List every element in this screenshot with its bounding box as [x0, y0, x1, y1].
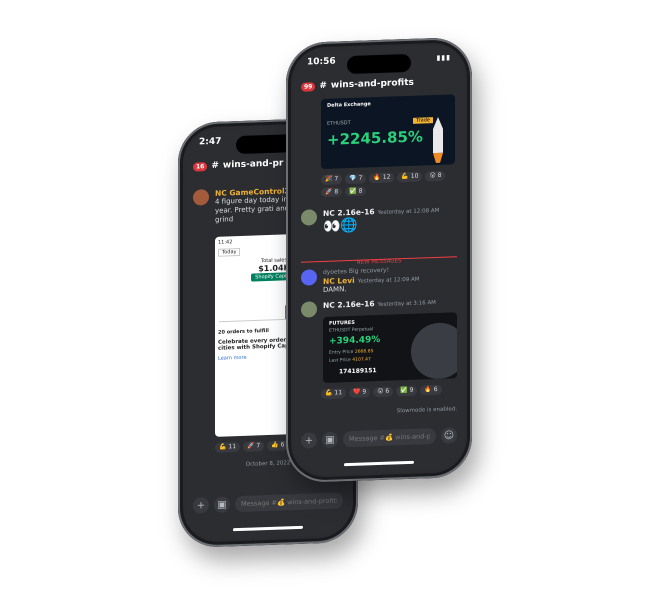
- gift-icon[interactable]: ▣: [322, 431, 338, 448]
- notification-badge: 99: [301, 81, 316, 92]
- reaction[interactable]: 🎉 7: [321, 174, 343, 185]
- card-percent: +2245.85%: [327, 127, 423, 149]
- referral-code: 174189151: [339, 367, 377, 376]
- hash-icon: #: [319, 80, 327, 92]
- last-price: 4107.47: [352, 357, 371, 363]
- message[interactable]: NC 2.16e-16 Yesterday at 12:08 AM 👀🌐: [301, 204, 457, 237]
- reaction[interactable]: 🔥 12: [369, 172, 395, 183]
- reaction-row: 🎉 7 💎 7 🔥 12 💪 10 😮 8 🚀 8 ✅ 8: [321, 170, 459, 198]
- moon-graphic: [411, 321, 457, 380]
- slowmode-notice: Slowmode is enabled.: [396, 406, 457, 415]
- status-time: 2:47: [199, 136, 222, 148]
- message[interactable]: dyoetes Big recovery! NC Levi Yesterday a…: [301, 264, 457, 296]
- emoji-message: 👀🌐: [323, 217, 358, 235]
- ss-tab: Today: [218, 247, 241, 257]
- channel-name: wins-and-profits: [330, 77, 414, 91]
- reaction[interactable]: 🚀 7: [243, 441, 265, 452]
- entry-label: Entry Price: [329, 349, 354, 356]
- reaction[interactable]: 💪 11: [321, 388, 347, 399]
- last-label: Last Price: [329, 357, 351, 364]
- channel-header[interactable]: 99 # wins-and-profits: [301, 72, 457, 95]
- avatar[interactable]: [301, 301, 317, 318]
- reaction[interactable]: 😮 8: [425, 170, 446, 181]
- message-input[interactable]: [343, 428, 436, 448]
- card-brand: Delta Exchange: [327, 101, 371, 109]
- author-name[interactable]: NC 2.16e-16: [323, 299, 375, 310]
- author-name[interactable]: NC 2.16e-16: [323, 207, 375, 218]
- entry-price: 2668.85: [354, 349, 374, 355]
- author-name[interactable]: NC Levi: [323, 275, 355, 285]
- message-input[interactable]: [235, 492, 343, 513]
- signal-icon: ▮▮▮: [436, 53, 451, 62]
- card-label: FUTURES: [329, 319, 355, 327]
- trade-card-futures[interactable]: FUTURES ETHUSDT Perpetual +394.49% Entry…: [323, 312, 457, 383]
- plus-icon[interactable]: +: [301, 432, 317, 449]
- rocket-icon: [433, 116, 443, 164]
- reaction[interactable]: ❤️ 9: [349, 387, 371, 398]
- avatar[interactable]: [301, 209, 317, 226]
- status-time: 10:56: [307, 56, 336, 68]
- home-indicator: [344, 460, 414, 467]
- gift-icon[interactable]: ▣: [214, 496, 230, 513]
- timestamp: Yesterday at 12:08 AM: [377, 207, 440, 217]
- front-phone: 10:56 ▮▮▮ 99 # wins-and-profits Delta Ex…: [286, 36, 472, 484]
- reaction[interactable]: 💪 11: [215, 441, 241, 453]
- avatar[interactable]: [301, 269, 317, 286]
- composer: + ▣ ☺: [301, 426, 457, 449]
- trade-card-delta[interactable]: Delta Exchange ETHUSDT +2245.85% Trade: [321, 94, 455, 170]
- card-pair: ETHUSDT Perpetual: [329, 327, 374, 334]
- avatar[interactable]: [193, 189, 209, 206]
- dynamic-island: [347, 53, 411, 75]
- home-indicator: [233, 525, 303, 532]
- reply-text: Big recovery!: [348, 266, 389, 276]
- card-pair: ETHUSDT: [327, 119, 351, 127]
- hash-icon: #: [211, 160, 219, 171]
- reaction[interactable]: 😮 6: [373, 386, 394, 397]
- front-screen: 10:56 ▮▮▮ 99 # wins-and-profits Delta Ex…: [293, 43, 465, 477]
- timestamp: Yesterday at 3:16 AM: [377, 300, 436, 309]
- card-percent: +394.49%: [329, 334, 381, 347]
- emoji-icon[interactable]: ☺: [441, 427, 457, 444]
- reaction[interactable]: ✅ 8: [345, 185, 367, 197]
- composer: + ▣: [193, 491, 343, 514]
- message[interactable]: NC 2.16e-16 Yesterday at 3:16 AM: [301, 296, 457, 318]
- channel-name: wins-and-pr: [222, 158, 284, 171]
- reaction-row: 💪 11 ❤️ 9 😮 6 ✅ 9 🔥 6: [321, 384, 459, 399]
- plus-icon[interactable]: +: [193, 497, 209, 514]
- reaction[interactable]: ✅ 9: [396, 385, 418, 396]
- notification-badge: 16: [193, 161, 208, 172]
- reaction[interactable]: 💪 10: [397, 171, 423, 182]
- reaction[interactable]: 💎 7: [345, 173, 367, 184]
- reaction[interactable]: 🔥 6: [420, 384, 442, 396]
- reaction[interactable]: 🚀 8: [321, 186, 343, 198]
